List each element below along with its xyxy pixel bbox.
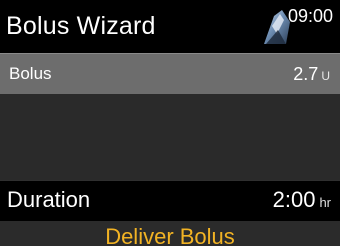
header-bar: Bolus Wizard 09:00 [0,0,340,52]
duration-unit: hr [319,195,331,210]
bolus-amount: 2.7 [293,64,319,84]
duration-row[interactable]: Duration 2:00 hr [0,180,340,221]
bolus-value: 2.7 U [293,63,330,87]
bolus-unit: U [321,69,330,83]
pump-screen: Bolus Wizard 09:00 Bolus 2.7 U Duration 2… [0,0,340,246]
bolus-label: Bolus [9,64,52,83]
empty-area [0,94,340,180]
clock-time: 09:00 [287,6,333,26]
duration-value: 2:00 hr [273,186,331,217]
bolus-row[interactable]: Bolus 2.7 U [0,53,340,94]
duration-label: Duration [7,187,91,212]
deliver-bolus-label: Deliver Bolus [105,224,235,246]
screen-title: Bolus Wizard [6,12,156,40]
deliver-bolus-button[interactable]: Deliver Bolus [0,221,340,246]
duration-amount: 2:00 [272,187,316,212]
